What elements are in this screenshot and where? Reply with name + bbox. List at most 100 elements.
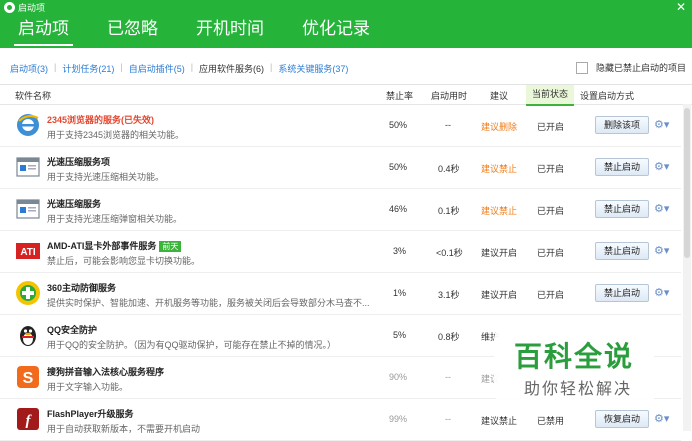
item-name: 光速压缩服务 [47,199,102,209]
ban-rate: 46% [389,204,408,214]
main-tabs: 启动项 已忽略 开机时间 优化记录 [14,18,404,46]
item-name-text: AMD-ATI显卡外部事件服务 [47,241,157,251]
sogou-icon: S [17,366,39,388]
status: 已开启 [537,206,565,216]
svg-text:S: S [23,370,34,387]
hide-disabled-option[interactable]: 隐藏已禁止启动的项目 [575,61,686,74]
watermark-title: 百科全说 [514,341,635,372]
subtab-app-services[interactable]: 应用软件服务(6) [199,62,264,75]
tab-optimize-log[interactable]: 优化记录 [298,18,374,44]
item-desc: 禁止后，可能会影响您显卡切换功能。 [47,256,201,266]
hide-disabled-checkbox[interactable] [575,61,588,74]
ban-rate: 99% [389,414,408,424]
boot-time: -- [445,372,451,382]
ban-rate: 90% [389,372,408,382]
divider: | [190,62,194,72]
gear-icon[interactable]: ⚙▾ [654,202,669,215]
table-row: 光速压缩服务 用于支持光速压缩弹窗相关功能。 46% 0.1秒 建议禁止 已开启… [0,188,681,231]
item-desc: 用于支持光速压缩弹窗相关功能。 [47,214,183,224]
item-desc: 用于文字输入功能。 [47,382,129,392]
status: 已开启 [537,290,565,300]
advice: 建议禁止 [481,206,518,216]
ban-rate: 50% [389,120,408,130]
advice: 建议删除 [481,122,518,132]
table-row: 2345浏览器的服务(已失效) 用于支持2345浏览器的相关功能。 50% --… [0,104,681,147]
hide-disabled-label: 隐藏已禁止启动的项目 [595,63,686,73]
tab-ignored[interactable]: 已忽略 [103,18,162,44]
scrollbar[interactable] [683,104,691,431]
scroll-thumb[interactable] [684,108,690,258]
ati-logo-icon: ATI [16,243,40,259]
gear-icon[interactable]: ⚙▾ [654,160,669,173]
delete-item-button[interactable]: 删除该项 [595,116,649,134]
status: 已开启 [537,122,565,132]
gear-icon[interactable]: ⚙▾ [654,286,669,299]
table-header: 软件名称 禁止率 启动用时 建议 当前状态 设置启动方式 [0,85,692,106]
boot-time: <0.1秒 [436,248,463,258]
tab-boot-time[interactable]: 开机时间 [192,18,268,44]
disable-startup-button[interactable]: 禁止启动 [595,158,649,176]
app-logo-icon [4,2,15,13]
disable-startup-button[interactable]: 禁止启动 [595,284,649,302]
boot-time: -- [445,120,451,130]
advice: 建议开启 [481,248,518,258]
item-name: 2345浏览器的服务(已失效) [47,115,155,125]
boot-time: 0.4秒 [438,164,460,174]
window-app-icon [16,157,40,177]
status: 已开启 [537,164,565,174]
subtab-startup-items[interactable]: 启动项(3) [10,62,48,75]
ban-rate: 1% [393,288,407,298]
disable-startup-button[interactable]: 禁止启动 [595,200,649,218]
date-badge: 前天 [159,241,182,252]
col-setting: 设置启动方式 [580,91,635,101]
item-name: 360主动防御服务 [47,283,117,293]
svg-text:ATI: ATI [20,247,36,258]
ban-rate: 5% [393,330,407,340]
ban-rate: 3% [393,246,407,256]
table-row: ATI AMD-ATI显卡外部事件服务 前天 禁止后，可能会影响您显卡切换功能。 … [0,230,681,273]
flash-icon: f [17,408,39,430]
watermark-subtitle: 助你轻松解决 [524,381,633,398]
ie-browser-icon [17,114,39,136]
gear-icon[interactable]: ⚙▾ [654,244,669,257]
item-name: 光速压缩服务项 [47,157,111,167]
restore-startup-button[interactable]: 恢复启动 [595,410,649,428]
item-desc: 提供实时保护、智能加速、开机服务等功能，服务被关闭后会导致部分木马查不... [47,298,370,308]
boot-time: -- [445,414,451,424]
tab-startup[interactable]: 启动项 [14,18,73,46]
disable-startup-button[interactable]: 禁止启动 [595,242,649,260]
status: 已开启 [537,248,565,258]
status: 已禁用 [537,416,565,426]
item-desc: 用于QQ的安全防护。（因为有QQ驱动保护，可能存在禁止不掉的情况。） [47,340,337,350]
title-bar: 启动项 ✕ 启动项 已忽略 开机时间 优化记录 [0,0,692,48]
gear-icon[interactable]: ⚙▾ [654,118,669,131]
boot-time: 3.1秒 [438,290,460,300]
item-name: FlashPlayer升级服务 [47,409,134,419]
window-title: 启动项 [18,3,46,13]
col-ban-rate[interactable]: 禁止率 [386,89,413,102]
col-name[interactable]: 软件名称 [15,89,51,102]
qq-penguin-icon [20,326,36,346]
item-name: QQ安全防护 [47,325,98,335]
boot-time: 0.1秒 [438,206,460,216]
subtab-scheduled-tasks[interactable]: 计划任务(21) [62,62,114,75]
watermark-logo: 百科全说 助你轻松解决 [494,325,654,405]
item-desc: 用于支持光速压缩相关功能。 [47,172,165,182]
item-name: AMD-ATI显卡外部事件服务 前天 [47,239,182,252]
subtab-autostart-plugins[interactable]: 自启动插件(5) [129,62,185,75]
subtab-system-services[interactable]: 系统关键服务(37) [278,62,348,75]
window-app-icon [16,199,40,219]
divider: | [54,62,57,72]
ban-rate: 50% [389,162,408,172]
table-row: 光速压缩服务项 用于支持光速压缩相关功能。 50% 0.4秒 建议禁止 已开启 … [0,146,681,189]
gear-icon[interactable]: ⚙▾ [654,412,669,425]
boot-time: 0.8秒 [438,332,460,342]
item-desc: 用于自动获取新版本，不需要开机启动 [47,424,201,434]
360-shield-icon [16,281,40,305]
col-status[interactable]: 当前状态 [526,85,574,106]
col-advice[interactable]: 建议 [490,89,508,102]
sub-navigation: 启动项(3) | 计划任务(21) | 自启动插件(5) | 应用软件服务(6)… [0,48,692,85]
col-boot-time[interactable]: 启动用时 [431,89,467,102]
close-button[interactable]: ✕ [676,0,686,14]
table-row: 360主动防御服务 提供实时保护、智能加速、开机服务等功能，服务被关闭后会导致部… [0,272,681,315]
